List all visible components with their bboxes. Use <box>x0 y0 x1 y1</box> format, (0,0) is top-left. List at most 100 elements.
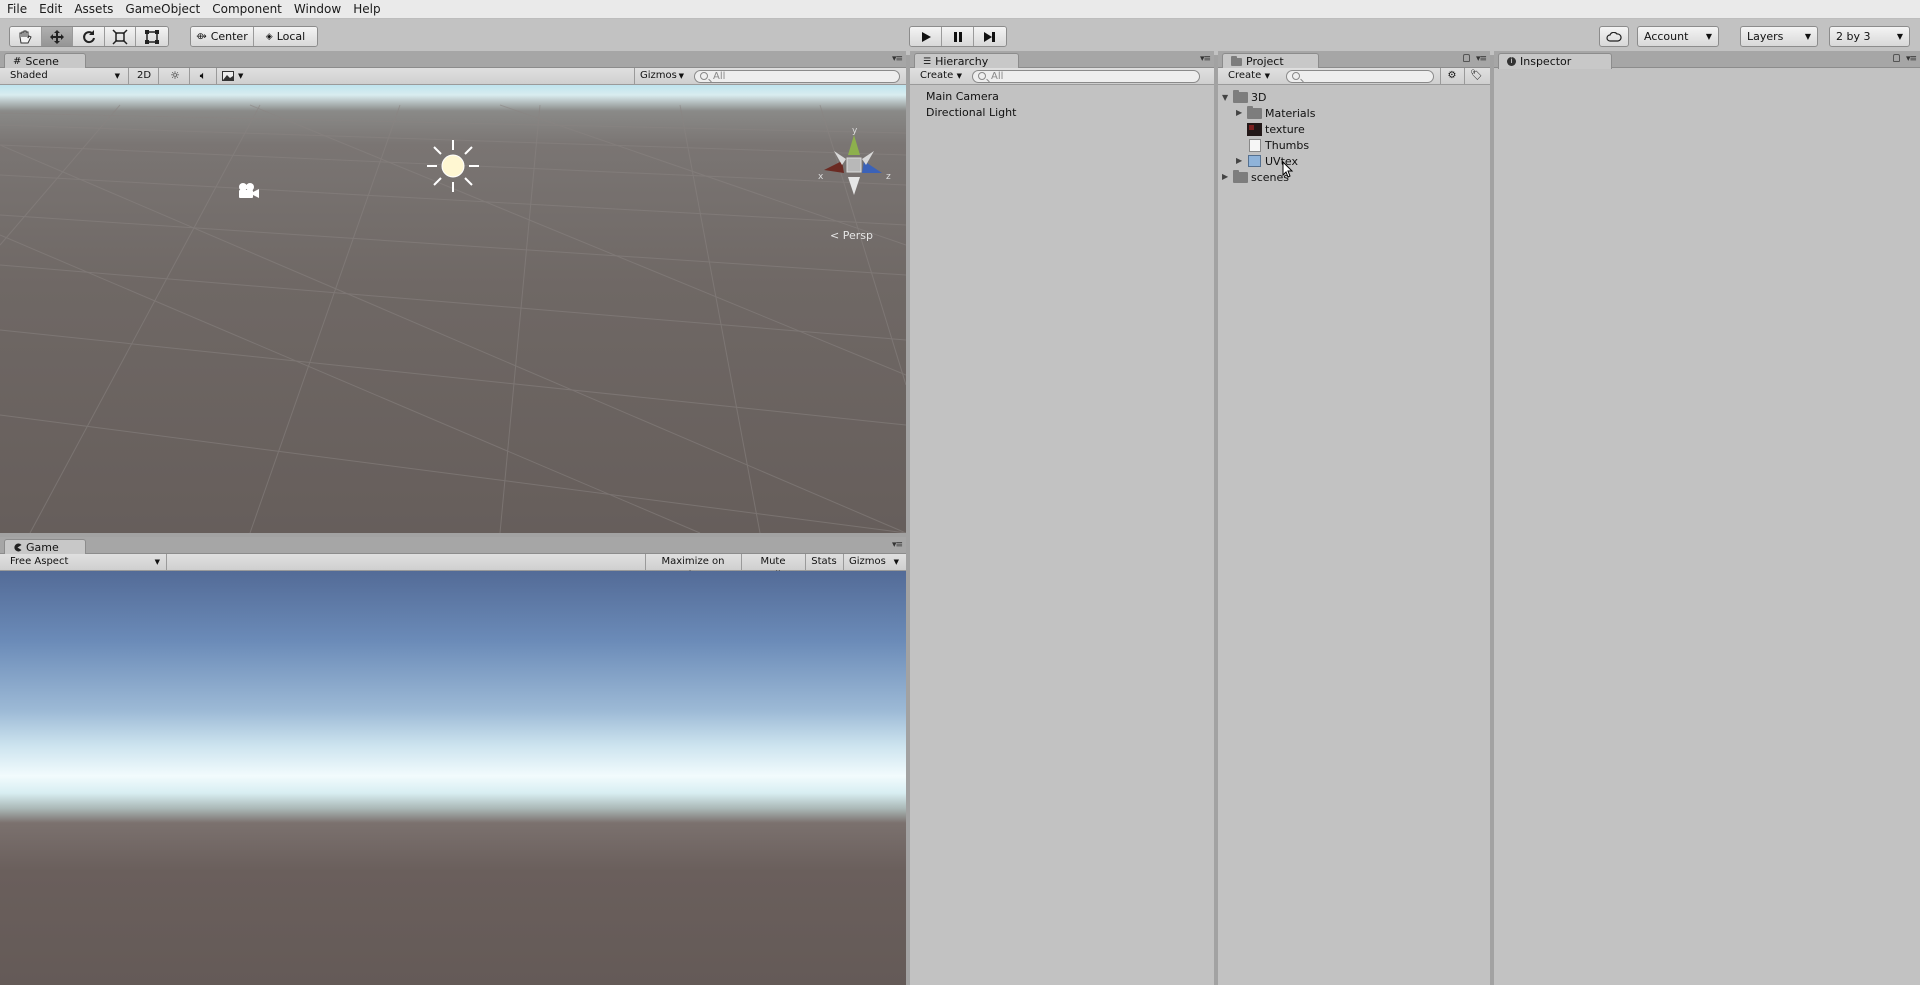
menu-component[interactable]: Component <box>206 0 288 19</box>
tab-project[interactable]: Project <box>1222 53 1319 69</box>
divider <box>166 554 167 570</box>
audio-toggle-icon[interactable]: 🔈︎ <box>192 69 214 83</box>
chevron-down-icon: ▼ <box>1705 32 1712 41</box>
project-search-input[interactable] <box>1286 70 1434 83</box>
play-button[interactable] <box>910 27 943 46</box>
divider <box>216 68 217 84</box>
hand-tool-button[interactable] <box>10 27 42 46</box>
menu-help[interactable]: Help <box>347 0 386 19</box>
aspect-dropdown[interactable]: Free Aspect ▼ <box>6 555 164 569</box>
account-dropdown[interactable]: Account ▼ <box>1637 26 1719 47</box>
tab-inspector[interactable]: i Inspector <box>1498 53 1613 69</box>
mute-audio-toggle[interactable]: Mute audio <box>743 555 803 581</box>
game-viewport[interactable] <box>0 571 906 985</box>
search-by-label-icon[interactable]: 🏷︎ <box>1466 69 1486 83</box>
rect-tool-button[interactable] <box>136 27 168 46</box>
panel-menu-icon[interactable]: ▾≡ <box>1476 54 1487 64</box>
scale-tool-button[interactable] <box>104 27 137 46</box>
inspector-tab-row: i Inspector ▾≡ <box>1494 51 1920 69</box>
project-item-3d[interactable]: 3D <box>1233 90 1267 105</box>
chevron-down-icon: ▼ <box>1896 32 1903 41</box>
chevron-down-icon: ▼ <box>238 72 244 80</box>
tab-game[interactable]: Game <box>4 539 86 555</box>
project-tab-label: Project <box>1246 54 1284 68</box>
scale-icon <box>112 28 128 45</box>
expanded-triangle-icon[interactable]: ▼ <box>1222 93 1228 102</box>
project-panel: Project ▾≡ Create ▼ ⚙ 🏷︎ ▼ 3D ▶ Material… <box>1218 51 1490 985</box>
directional-light-icon[interactable] <box>425 138 481 194</box>
collapsed-triangle-icon[interactable]: ▶ <box>1236 108 1242 117</box>
game-gizmos-dropdown[interactable]: Gizmos ▼ <box>845 555 903 569</box>
menu-assets[interactable]: Assets <box>68 0 119 19</box>
back-arrow-icon: < <box>830 229 840 242</box>
hierarchy-create-dropdown[interactable]: Create ▼ <box>916 69 966 83</box>
menu-edit[interactable]: Edit <box>33 0 68 19</box>
project-item-label: 3D <box>1251 91 1267 104</box>
search-icon <box>1292 72 1300 80</box>
pivot-label: Center <box>210 30 248 43</box>
lock-icon[interactable] <box>1893 54 1900 62</box>
shading-mode-dropdown[interactable]: Shaded ▼ <box>6 69 124 83</box>
effects-dropdown[interactable]: ▼ <box>218 69 250 83</box>
divider <box>128 68 129 84</box>
tab-hierarchy[interactable]: ☰ Hierarchy <box>914 53 1020 69</box>
hierarchy-item-directional-light[interactable]: Directional Light <box>926 106 1016 120</box>
divider <box>158 68 159 84</box>
rotate-tool-button[interactable] <box>73 27 105 46</box>
divider <box>189 68 190 84</box>
game-toolbar: Free Aspect ▼ Maximize on Play Mute audi… <box>0 554 906 581</box>
tab-scene[interactable]: # Scene <box>4 53 86 69</box>
image-icon <box>222 71 234 81</box>
project-item-scenes[interactable]: scenes <box>1233 170 1289 185</box>
projection-label[interactable]: < Persp <box>830 229 873 242</box>
layout-dropdown[interactable]: 2 by 3 ▼ <box>1829 26 1910 47</box>
search-by-type-icon[interactable]: ⚙ <box>1442 69 1462 83</box>
project-create-dropdown[interactable]: Create ▼ <box>1224 69 1274 83</box>
scene-gizmos-dropdown[interactable]: Gizmos ▼ <box>636 69 688 83</box>
pivot-toggles: ⟴ Center ◈ Local <box>190 26 318 47</box>
space-local-button[interactable]: ◈ Local <box>254 27 317 46</box>
toggle-2d-button[interactable]: 2D <box>132 69 156 83</box>
divider <box>741 554 742 570</box>
scene-viewport[interactable]: y x z < Persp <box>0 85 906 533</box>
project-item-thumbs[interactable]: Thumbs <box>1247 139 1309 153</box>
gizmos-label: Gizmos <box>640 70 677 81</box>
texture-thumbnail-icon <box>1247 123 1262 136</box>
pivot-center-button[interactable]: ⟴ Center <box>191 27 255 46</box>
camera-icon[interactable] <box>234 182 260 200</box>
game-panel: Game ▾≡ Free Aspect ▼ Maximize on Play M… <box>0 537 906 985</box>
menu-gameobject[interactable]: GameObject <box>119 0 206 19</box>
lighting-toggle-icon[interactable]: ☼ <box>164 69 186 83</box>
move-tool-button[interactable] <box>41 27 74 46</box>
orientation-gizmo[interactable]: y x z <box>812 125 896 209</box>
panel-menu-icon[interactable]: ▾≡ <box>1200 54 1211 64</box>
divider <box>645 554 646 570</box>
collapsed-triangle-icon[interactable]: ▶ <box>1236 156 1242 165</box>
panel-menu-icon[interactable]: ▾≡ <box>892 54 903 64</box>
menu-window[interactable]: Window <box>288 0 347 19</box>
pause-button[interactable] <box>942 27 974 46</box>
lock-icon[interactable] <box>1463 54 1470 62</box>
list-icon: ☰ <box>923 56 932 67</box>
cloud-button[interactable] <box>1599 26 1629 47</box>
step-button[interactable] <box>973 27 1006 46</box>
scene-search-placeholder: All <box>713 71 726 82</box>
project-item-texture[interactable]: texture <box>1247 123 1305 137</box>
hierarchy-search-input[interactable]: All <box>972 70 1200 83</box>
step-icon <box>984 31 996 42</box>
inspector-panel: i Inspector ▾≡ <box>1494 51 1920 985</box>
collapsed-triangle-icon[interactable]: ▶ <box>1222 172 1228 181</box>
hierarchy-item-main-camera[interactable]: Main Camera <box>926 90 999 104</box>
menu-file[interactable]: File <box>0 0 33 19</box>
inspector-tab-label: Inspector <box>1520 54 1572 68</box>
maximize-on-play-toggle[interactable]: Maximize on Play <box>647 555 739 581</box>
scene-search-input[interactable]: All <box>694 70 900 83</box>
create-label: Create <box>920 70 954 81</box>
axis-x-label: x <box>818 172 824 182</box>
panel-menu-icon[interactable]: ▾≡ <box>892 540 903 550</box>
pacman-icon <box>14 543 22 552</box>
layers-dropdown[interactable]: Layers ▼ <box>1740 26 1818 47</box>
stats-toggle[interactable]: Stats <box>807 555 841 569</box>
panel-menu-icon[interactable]: ▾≡ <box>1906 54 1917 64</box>
project-item-materials[interactable]: Materials <box>1247 106 1315 121</box>
